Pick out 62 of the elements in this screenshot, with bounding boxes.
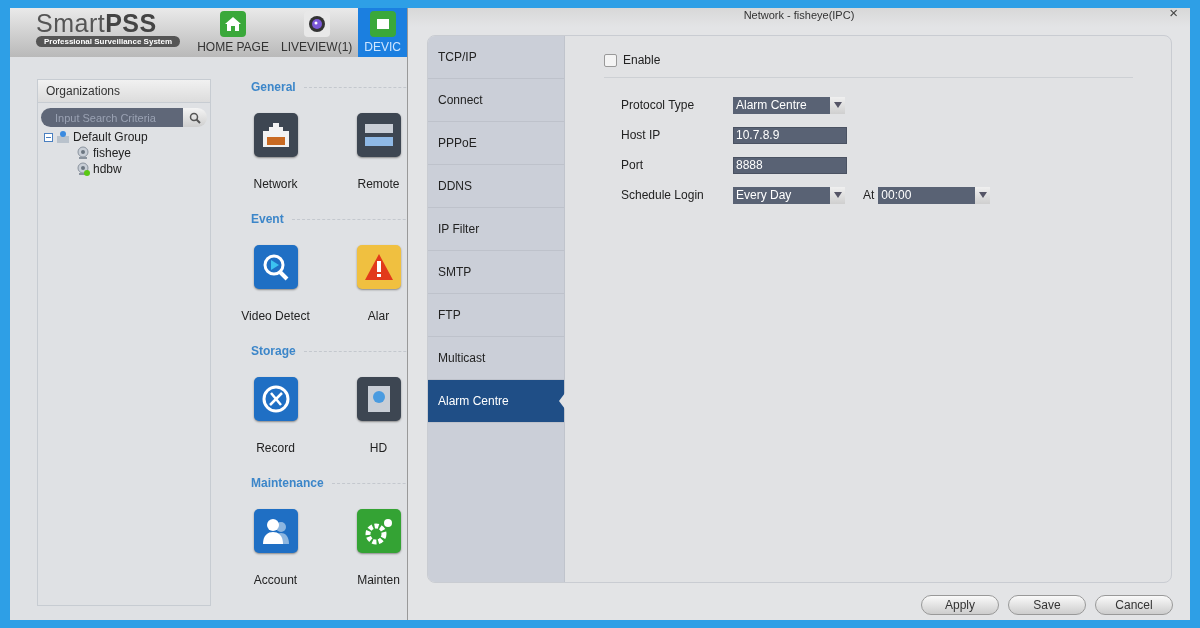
hard-drive-icon <box>356 377 401 421</box>
schedule-dropdown[interactable]: Every Day <box>733 186 845 204</box>
at-label: At <box>863 188 875 202</box>
item-label[interactable]: HD <box>369 441 388 455</box>
panel-title: Organizations <box>38 80 210 103</box>
settings-tab[interactable]: DDNS <box>428 165 564 208</box>
magnifier-play-icon <box>253 245 298 289</box>
settings-tab[interactable]: FTP <box>428 294 564 337</box>
protocol-dropdown[interactable]: Alarm Centre <box>733 96 845 114</box>
settings-tab[interactable]: Alarm Centre <box>428 380 564 423</box>
search-field[interactable]: Input Search Criteria <box>41 108 183 127</box>
field-label: Protocol Type <box>621 98 696 112</box>
input-field[interactable]: 10.7.8.9 <box>733 126 847 144</box>
search-icon <box>189 111 201 124</box>
dialog-button[interactable]: Cancel <box>1095 595 1173 615</box>
section-title: General <box>251 80 296 94</box>
gears-icon <box>356 509 401 553</box>
settings-tab[interactable]: SMTP <box>428 251 564 294</box>
logo-text: SmartPSS <box>36 10 157 36</box>
users-icon <box>253 509 298 553</box>
tree-item[interactable]: hdbw <box>93 162 122 176</box>
section-title: Storage <box>251 344 296 358</box>
settings-tab[interactable]: Connect <box>428 79 564 122</box>
dialog-button[interactable]: Apply <box>921 595 999 615</box>
section-title: Event <box>251 212 284 226</box>
field-label: Schedule Login <box>621 188 705 202</box>
dialog-button[interactable]: Save <box>1008 595 1086 615</box>
input-field[interactable]: 8888 <box>733 156 847 174</box>
caret-icon <box>833 102 842 108</box>
tagline: Professional Surveillance System <box>36 36 181 47</box>
tree-item[interactable]: fisheye <box>93 146 132 160</box>
time-dropdown[interactable]: 00:00 <box>878 186 991 204</box>
item-label[interactable]: Alar <box>367 309 390 323</box>
field-label: Port <box>621 158 644 172</box>
nav-tab[interactable]: LIVEVIEW(1) <box>274 8 359 57</box>
camera-lens-icon <box>303 11 330 37</box>
checkbox-label: Enable <box>623 53 661 67</box>
section-title: Maintenance <box>251 476 324 490</box>
tree-item[interactable]: Default Group <box>73 130 148 144</box>
close-button[interactable]: × <box>1167 8 1180 20</box>
field-label: Host IP <box>621 128 662 142</box>
enable-checkbox[interactable] <box>604 53 617 67</box>
settings-tab[interactable]: TCP/IP <box>428 36 564 79</box>
house-icon <box>220 11 247 37</box>
search-button[interactable] <box>183 108 207 127</box>
item-label[interactable]: Network <box>253 177 298 191</box>
nav-tab[interactable]: HOME PAGE <box>191 8 275 57</box>
item-label[interactable]: Mainten <box>357 573 400 587</box>
ethernet-port-icon <box>253 113 298 157</box>
collapse-icon[interactable] <box>44 132 53 142</box>
item-label[interactable]: Video Detect <box>241 309 310 323</box>
settings-tab[interactable]: PPPoE <box>428 122 564 165</box>
item-label[interactable]: Account <box>253 573 298 587</box>
server-icon <box>356 113 401 157</box>
caret-icon <box>833 192 842 198</box>
item-label[interactable]: Record <box>256 441 295 455</box>
group-icon <box>56 130 70 144</box>
caret-icon <box>978 192 987 198</box>
settings-tab[interactable]: IP Filter <box>428 208 564 251</box>
dialog-title: Network - fisheye(IPC) <box>743 8 855 21</box>
warning-icon <box>356 245 401 289</box>
item-label[interactable]: Remote <box>357 177 400 191</box>
